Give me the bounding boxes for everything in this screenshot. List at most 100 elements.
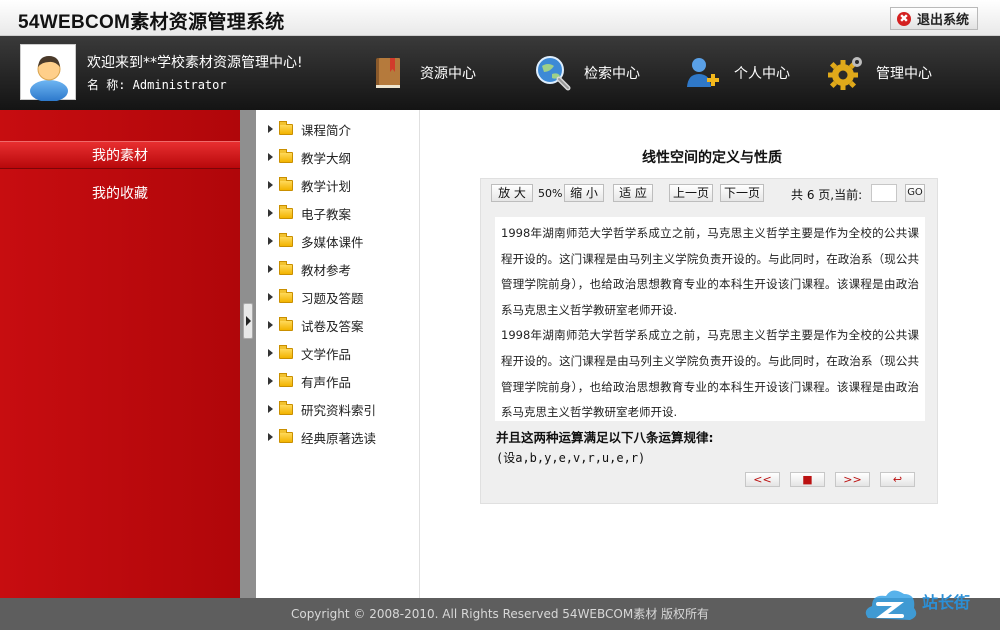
page-number-input[interactable] <box>871 184 897 202</box>
nav-admin-center[interactable]: 管理中心 <box>826 36 932 110</box>
rule-heading: 并且这两种运算满足以下八条运算规律: <box>496 430 714 445</box>
tree-item[interactable]: 文学作品 <box>268 344 351 362</box>
tree-item-label: 有声作品 <box>301 374 352 390</box>
go-button[interactable]: GO <box>905 184 925 202</box>
paragraph: 1998年湖南师范大学哲学系成立之前，马克思主义哲学主要是作为全校的公共课程开设… <box>501 226 919 317</box>
folder-icon <box>279 400 293 415</box>
header-bar: 欢迎来到**学校素材资源管理中心! 名 称: Administrator 资源中… <box>0 36 1000 110</box>
user-avatar-icon <box>30 56 68 102</box>
sidebar-item-my-favorites[interactable]: 我的收藏 <box>0 180 240 208</box>
folder-icon <box>279 344 293 359</box>
expand-arrow-icon[interactable] <box>268 433 273 441</box>
gear-icon <box>828 57 862 90</box>
user-add-icon <box>687 58 719 87</box>
expand-arrow-icon[interactable] <box>268 125 273 133</box>
expand-arrow-icon[interactable] <box>268 237 273 245</box>
tree-item[interactable]: 教学计划 <box>268 176 351 194</box>
expand-arrow-icon[interactable] <box>268 321 273 329</box>
folder-icon <box>279 176 293 191</box>
tree-item[interactable]: 有声作品 <box>268 372 351 390</box>
search-globe-icon <box>536 56 571 91</box>
tree-item-label: 电子教案 <box>301 206 352 222</box>
document-viewer: 放 大 50% 缩 小 适 应 上一页 下一页 共 6 页,当前: GO 199… <box>480 178 938 504</box>
zoom-level: 50% <box>538 187 563 200</box>
title-bar: 54WEBCOM素材资源管理系统 ✖ 退出系统 <box>0 0 1000 36</box>
folder-icon <box>279 148 293 163</box>
panel-splitter[interactable] <box>240 110 256 598</box>
category-tree: 课程简介教学大纲教学计划电子教案多媒体课件教材参考习题及答题试卷及答案文学作品有… <box>256 110 420 598</box>
zoom-out-button[interactable]: 缩 小 <box>564 184 604 202</box>
folder-icon <box>279 372 293 387</box>
exit-label: 退出系统 <box>916 13 969 28</box>
tree-item[interactable]: 课程简介 <box>268 120 351 138</box>
expand-arrow-icon[interactable] <box>268 405 273 413</box>
tree-item-label: 教学大纲 <box>301 150 352 166</box>
tree-item-label: 经典原著选读 <box>301 430 377 446</box>
collapse-handle[interactable] <box>243 303 253 339</box>
footer: Copyright © 2008-2010. All Rights Reserv… <box>0 598 1000 630</box>
tree-item[interactable]: 教材参考 <box>268 260 351 278</box>
page-info: 共 6 页,当前: <box>791 188 863 202</box>
tree-item-label: 多媒体课件 <box>301 234 364 250</box>
tree-item-label: 教材参考 <box>301 262 352 278</box>
folder-icon <box>279 232 293 247</box>
paragraph: 1998年湖南师范大学哲学系成立之前，马克思主义哲学主要是作为全校的公共课程开设… <box>501 328 919 420</box>
sidebar-item-my-materials[interactable]: 我的素材 <box>0 141 240 169</box>
next-page-button[interactable]: 下一页 <box>720 184 764 202</box>
expand-arrow-icon[interactable] <box>268 293 273 301</box>
nav-search-center[interactable]: 检索中心 <box>534 36 640 110</box>
return-button[interactable]: ↩ <box>880 472 915 487</box>
exit-button[interactable]: ✖ 退出系统 <box>889 7 978 30</box>
folder-icon <box>279 260 293 275</box>
expand-arrow-icon[interactable] <box>268 209 273 217</box>
tree-item-label: 课程简介 <box>301 122 352 138</box>
tree-item[interactable]: 研究资料索引 <box>268 400 376 418</box>
expand-arrow-icon[interactable] <box>268 181 273 189</box>
nav-label: 资源中心 <box>420 66 476 82</box>
folder-icon <box>279 288 293 303</box>
nav-label: 管理中心 <box>876 66 932 82</box>
tree-item[interactable]: 多媒体课件 <box>268 232 364 250</box>
first-page-button[interactable]: << <box>745 472 780 487</box>
svg-text:站长街: 站长街 <box>922 593 970 612</box>
document-text: 1998年湖南师范大学哲学系成立之前，马克思主义哲学主要是作为全校的公共课程开设… <box>495 217 925 421</box>
last-page-button[interactable]: >> <box>835 472 870 487</box>
folder-icon <box>279 316 293 331</box>
folder-icon <box>279 204 293 219</box>
tree-item[interactable]: 教学大纲 <box>268 148 351 166</box>
nav-label: 个人中心 <box>734 66 790 82</box>
tree-item-label: 试卷及答案 <box>301 318 364 334</box>
document-title: 线性空间的定义与性质 <box>642 150 782 166</box>
tree-item-label: 习题及答题 <box>301 290 364 306</box>
stop-button[interactable]: ■ <box>790 472 825 487</box>
app-title: 54WEBCOM素材资源管理系统 <box>18 12 285 33</box>
nav-resource-center[interactable]: 资源中心 <box>370 36 476 110</box>
user-name: 名 称: Administrator <box>87 78 227 92</box>
expand-arrow-icon[interactable] <box>268 265 273 273</box>
close-icon: ✖ <box>896 11 911 26</box>
sidebar: 我的素材 我的收藏 <box>0 110 240 598</box>
tree-item-label: 教学计划 <box>301 178 352 194</box>
prev-page-button[interactable]: 上一页 <box>669 184 713 202</box>
fit-button[interactable]: 适 应 <box>613 184 653 202</box>
avatar <box>20 44 76 102</box>
expand-arrow-icon[interactable] <box>268 377 273 385</box>
tree-item[interactable]: 电子教案 <box>268 204 351 222</box>
nav-personal-center[interactable]: 个人中心 <box>684 36 790 110</box>
content-area: 线性空间的定义与性质 放 大 50% 缩 小 适 应 上一页 下一页 共 6 页… <box>420 110 1000 598</box>
arrow-right-icon <box>246 316 251 326</box>
rule-subtext: (设a,b,y,e,v,r,u,e,r) <box>496 451 646 465</box>
folder-icon <box>279 428 293 443</box>
nav-label: 检索中心 <box>584 66 640 82</box>
tree-item[interactable]: 经典原著选读 <box>268 428 376 446</box>
folder-icon <box>279 120 293 135</box>
book-icon <box>376 58 400 88</box>
tree-item-label: 研究资料索引 <box>301 402 377 418</box>
tree-item[interactable]: 习题及答题 <box>268 288 364 306</box>
zoom-in-button[interactable]: 放 大 <box>491 184 533 202</box>
watermark-logo: 站长街 <box>865 590 970 620</box>
expand-arrow-icon[interactable] <box>268 153 273 161</box>
tree-item[interactable]: 试卷及答案 <box>268 316 364 334</box>
expand-arrow-icon[interactable] <box>268 349 273 357</box>
welcome-text: 欢迎来到**学校素材资源管理中心! <box>87 55 303 71</box>
